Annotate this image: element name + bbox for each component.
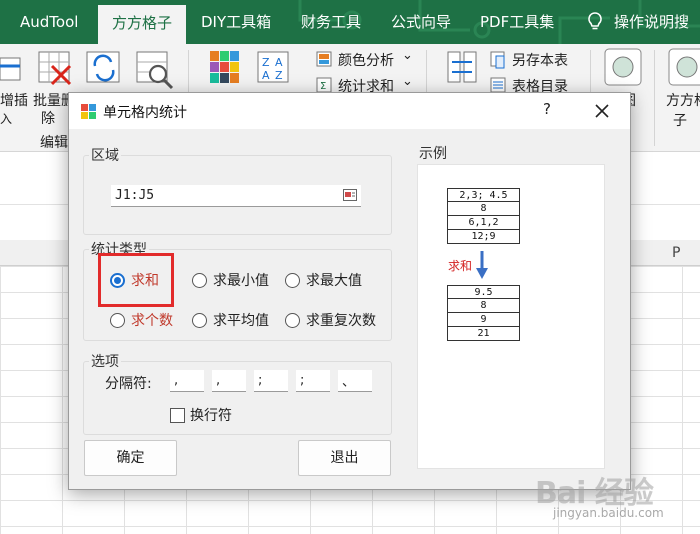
- close-icon[interactable]: [588, 98, 616, 124]
- range-select-icon[interactable]: [343, 189, 357, 201]
- arrow-down-icon: [476, 251, 488, 279]
- svg-text:Z: Z: [275, 69, 283, 82]
- chevron-down-icon[interactable]: ⌄: [402, 48, 413, 63]
- cell-stat-dialog: 单元格内统计 ? 区域 统计类型 求和 求最小值 求最大值 求个数 求平均值: [68, 92, 631, 490]
- radio-duplicate-count-label: 求重复次数: [306, 313, 376, 329]
- radio-average-label: 求平均值: [213, 313, 269, 329]
- color-analysis-label[interactable]: 颜色分析: [338, 50, 394, 70]
- column-p-header[interactable]: P: [672, 240, 680, 266]
- radio-duplicate-count-dot[interactable]: [285, 312, 300, 328]
- svg-text:A: A: [275, 56, 283, 69]
- radio-max[interactable]: 求最大值: [285, 269, 362, 291]
- example-output-cell: 21: [447, 327, 520, 341]
- tab-fangfanggezi[interactable]: 方方格子: [98, 5, 187, 44]
- newline-checkbox-label: 换行符: [190, 408, 232, 424]
- radio-average[interactable]: 求平均值: [192, 309, 269, 331]
- tab-finance-tools[interactable]: 财务工具: [301, 0, 361, 44]
- separator-input-1[interactable]: [170, 370, 204, 392]
- app-icon: [81, 104, 96, 119]
- options-group-label: 选项: [89, 351, 121, 371]
- batch-delete-icon[interactable]: [38, 50, 72, 86]
- highlight-box: [98, 253, 174, 307]
- baidu-watermark: Bai 经验 jingyan.baidu.com: [535, 458, 695, 528]
- ribbon-separator: [654, 50, 655, 146]
- find-icon[interactable]: [136, 50, 176, 90]
- transpose-icon[interactable]: [444, 50, 480, 86]
- tab-diy-toolbox[interactable]: DIY工具箱: [201, 0, 271, 44]
- separator-input-5[interactable]: [338, 370, 372, 392]
- area-group-label: 区域: [89, 145, 121, 165]
- example-input-cell: 12;9: [447, 230, 520, 244]
- example-input-cell: 8: [447, 202, 520, 216]
- insert-label-b: 入: [0, 112, 13, 126]
- stat-sum-icon[interactable]: Σ: [316, 77, 332, 93]
- help-button[interactable]: ?: [537, 100, 557, 122]
- radio-count-dot[interactable]: [110, 312, 125, 328]
- example-output-cell: 8: [447, 299, 520, 313]
- merge-cells-icon[interactable]: [86, 50, 122, 86]
- example-panel: 2,3; 4.5 8 6,1,2 12;9 求和 9.5 8 9 21: [417, 164, 605, 469]
- svg-text:Z: Z: [262, 56, 270, 69]
- separator-input-2[interactable]: [212, 370, 246, 392]
- example-op-label: 求和: [448, 259, 473, 273]
- insert-rows-icon[interactable]: [0, 52, 24, 86]
- tab-formula-wizard[interactable]: 公式向导: [391, 0, 451, 44]
- example-input-cell: 2,3; 4.5: [447, 188, 520, 202]
- svg-text:Σ: Σ: [320, 81, 326, 92]
- range-input[interactable]: [111, 185, 361, 207]
- radio-count[interactable]: 求个数: [110, 309, 173, 331]
- save-table-label[interactable]: 另存本表: [512, 50, 568, 70]
- lightbulb-icon: [588, 12, 602, 30]
- radio-max-label: 求最大值: [306, 273, 362, 289]
- color-blocks-icon[interactable]: [209, 50, 241, 86]
- fangfang-icon[interactable]: [668, 48, 700, 86]
- newline-checkbox[interactable]: 换行符: [170, 404, 232, 426]
- fangfang-label-b: 子: [673, 113, 687, 129]
- example-output-cell: 9.5: [447, 285, 520, 299]
- example-input-cell: 6,1,2: [447, 216, 520, 230]
- radio-count-label: 求个数: [131, 313, 173, 329]
- radio-max-dot[interactable]: [285, 272, 300, 288]
- separator-input-3[interactable]: [254, 370, 288, 392]
- example-label: 示例: [417, 143, 449, 163]
- save-table-icon[interactable]: [490, 51, 508, 69]
- radio-duplicate-count[interactable]: 求重复次数: [285, 309, 376, 331]
- group-edit-label: 编辑: [40, 135, 68, 151]
- tab-audtool[interactable]: AudTool: [20, 0, 78, 44]
- exit-button[interactable]: 退出: [298, 440, 391, 476]
- radio-min[interactable]: 求最小值: [192, 269, 269, 291]
- separator-input-4[interactable]: [296, 370, 330, 392]
- batch-delete-label-b: 除: [41, 111, 55, 127]
- chevron-down-icon[interactable]: ⌄: [402, 74, 413, 89]
- ok-button[interactable]: 确定: [84, 440, 177, 476]
- dialog-titlebar[interactable]: 单元格内统计 ?: [69, 93, 630, 129]
- svg-text:A: A: [262, 69, 270, 82]
- sort-az-icon[interactable]: Z A A Z: [257, 50, 291, 86]
- radio-min-label: 求最小值: [213, 273, 269, 289]
- radio-min-dot[interactable]: [192, 272, 207, 288]
- color-analysis-icon[interactable]: [316, 51, 332, 67]
- example-output-cell: 9: [447, 313, 520, 327]
- radio-average-dot[interactable]: [192, 312, 207, 328]
- separator-label: 分隔符:: [105, 376, 152, 392]
- view-icon[interactable]: [604, 48, 642, 86]
- dialog-title: 单元格内统计: [103, 105, 187, 121]
- tab-pdf-tools[interactable]: PDF工具集: [480, 0, 554, 44]
- newline-checkbox-box[interactable]: [170, 407, 185, 423]
- insert-label: 增插: [0, 93, 28, 109]
- tab-help-search[interactable]: 操作说明搜: [614, 0, 689, 44]
- ribbon-tab-bar: AudTool 方方格子 DIY工具箱 财务工具 公式向导 PDF工具集 操作说…: [0, 0, 700, 44]
- fangfang-label: 方方格: [666, 93, 700, 109]
- watermark-url: jingyan.baidu.com: [553, 506, 664, 520]
